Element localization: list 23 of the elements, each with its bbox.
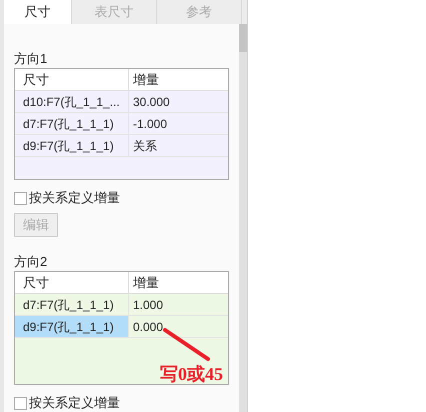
table-cell[interactable]: d9:F7(孔_1_1_1) <box>15 316 129 337</box>
section-title: 方向1 <box>14 50 48 68</box>
table-cell[interactable]: -1.000 <box>129 113 228 134</box>
table-cell[interactable]: 0.000 <box>129 316 228 337</box>
table-cell[interactable]: d10:F7(孔_1_1_... <box>15 91 129 112</box>
table-cell[interactable]: d9:F7(孔_1_1_1) <box>15 135 129 156</box>
table-cell[interactable]: d7:F7(孔_1_1_1) <box>15 113 129 134</box>
column-header: 尺寸 <box>15 272 129 293</box>
table-cell[interactable]: d7:F7(孔_1_1_1) <box>15 294 129 315</box>
column-header: 尺寸 <box>15 69 129 90</box>
annotation: 写0或45 <box>160 364 223 384</box>
table-cell[interactable]: 关系 <box>129 135 228 156</box>
checkbox-label: 按关系定义增量 <box>29 189 120 208</box>
tab[interactable]: 尺寸 <box>4 0 72 24</box>
checkbox[interactable] <box>14 396 27 410</box>
table-cell[interactable]: 1.000 <box>129 294 228 315</box>
section-title: 方向2 <box>14 253 48 271</box>
checkbox[interactable] <box>14 192 27 204</box>
column-header: 增量 <box>132 71 160 89</box>
checkbox-label: 按关系定义增量 <box>29 394 120 412</box>
table-cell[interactable]: 30.000 <box>129 91 228 112</box>
scrollbar[interactable] <box>239 24 247 412</box>
column-header: 增量 <box>132 274 160 292</box>
